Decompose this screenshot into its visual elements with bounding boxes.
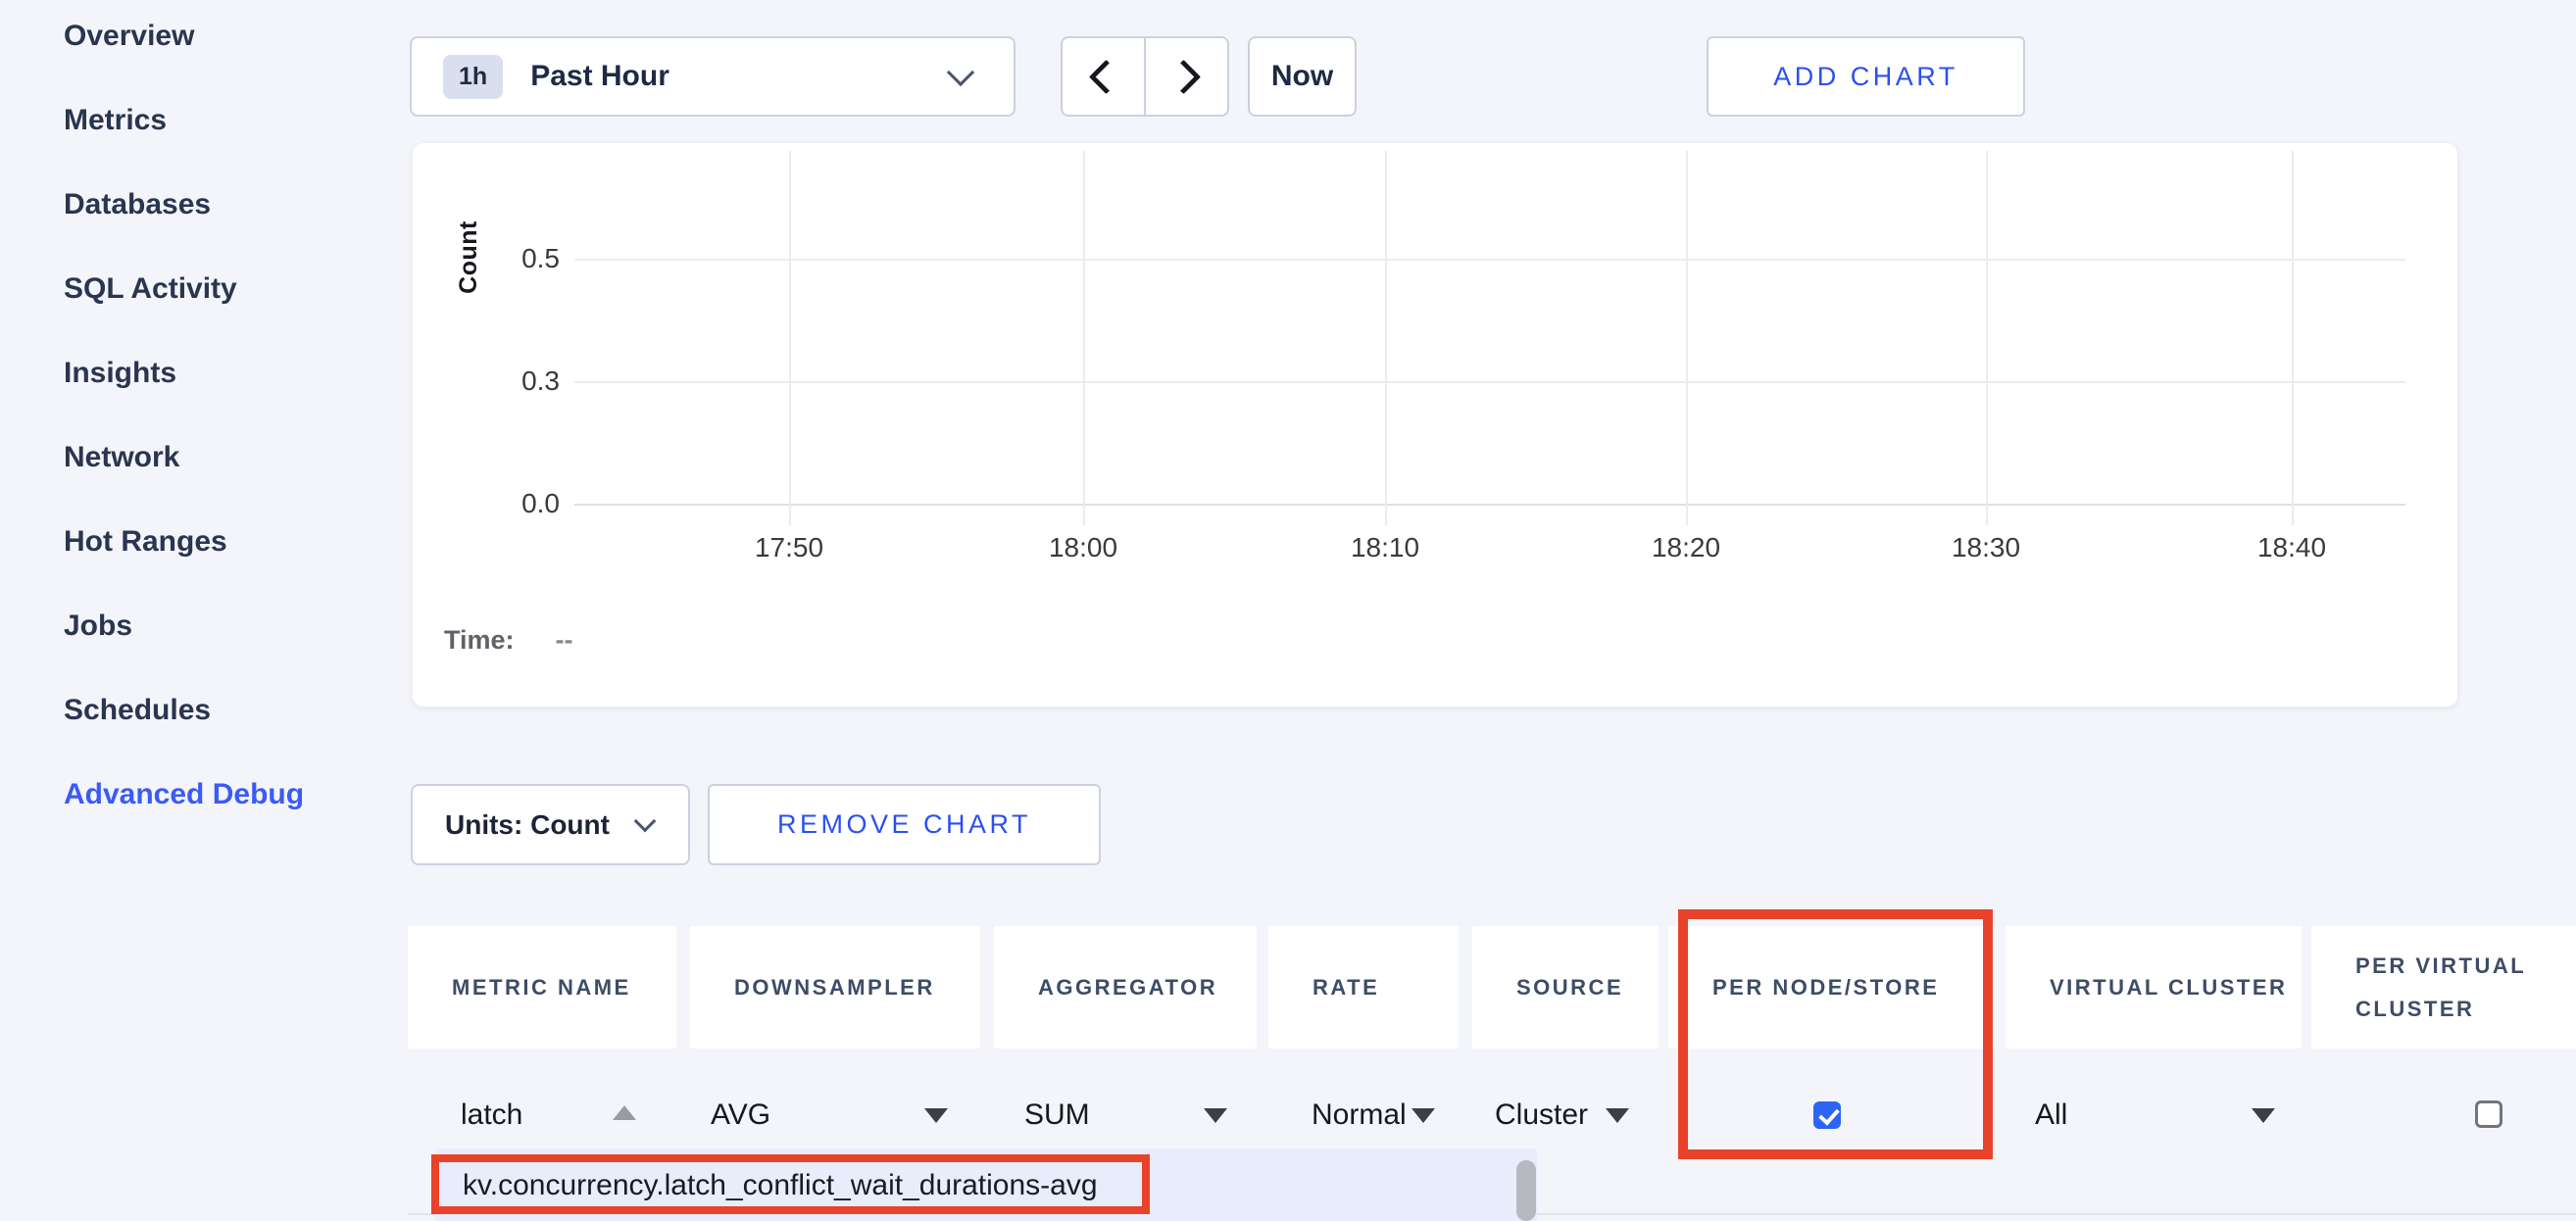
caret-down-icon[interactable] <box>1412 1108 1435 1123</box>
dropdown-scrollbar[interactable] <box>1516 1160 1536 1221</box>
caret-down-icon[interactable] <box>2252 1108 2275 1123</box>
y-tick-label: 0.5 <box>471 242 560 275</box>
col-header-downsampler: DOWNSAMPLER <box>690 926 980 1049</box>
chevron-down-icon <box>947 59 974 86</box>
time-readout-value: -- <box>556 625 573 655</box>
col-header-rate: RATE <box>1268 926 1459 1049</box>
caret-down-icon[interactable] <box>1204 1108 1227 1123</box>
per-virtual-cluster-checkbox[interactable] <box>2475 1100 2502 1128</box>
source-select[interactable]: Cluster <box>1495 1099 1588 1131</box>
time-range-badge: 1h <box>443 55 503 99</box>
time-readout: Time: -- <box>444 625 573 656</box>
now-button[interactable]: Now <box>1248 36 1357 117</box>
time-back-button[interactable] <box>1063 38 1146 115</box>
caret-down-icon[interactable] <box>1606 1108 1629 1123</box>
sidebar-item-network[interactable]: Network <box>64 433 179 482</box>
x-tick-label: 18:20 <box>1652 531 1720 564</box>
sidebar-item-metrics[interactable]: Metrics <box>64 96 167 145</box>
sidebar-item-overview[interactable]: Overview <box>64 12 194 61</box>
chevron-right-icon <box>1166 59 1201 93</box>
chevron-left-icon <box>1089 59 1123 93</box>
sidebar-item-advanced-debug[interactable]: Advanced Debug <box>64 770 304 819</box>
sidebar-item-hot-ranges[interactable]: Hot Ranges <box>64 517 227 566</box>
remove-chart-button[interactable]: REMOVE CHART <box>708 784 1101 865</box>
gridline-x-1830 <box>1986 151 1988 525</box>
sidebar-item-insights[interactable]: Insights <box>64 349 176 398</box>
col-header-virtual-cluster: VIRTUAL CLUSTER <box>2006 926 2302 1049</box>
now-button-label: Now <box>1271 60 1333 93</box>
x-tick-label: 18:30 <box>1952 531 2020 564</box>
gridline-x-1820 <box>1686 151 1688 525</box>
custom-chart-debug-page: Overview Metrics Databases SQL Activity … <box>0 0 2576 1221</box>
y-tick-label: 0.0 <box>471 487 560 520</box>
chart-panel: Count 0.5 0.3 0.0 17:50 18:00 18:10 18:2… <box>412 142 2458 708</box>
time-range-select[interactable]: 1h Past Hour <box>410 36 1016 117</box>
sidebar-item-jobs[interactable]: Jobs <box>64 602 132 651</box>
units-select-label: Units: Count <box>445 809 610 841</box>
add-chart-label: ADD CHART <box>1773 62 1958 92</box>
time-step-control <box>1061 36 1229 117</box>
gridline-x-1810 <box>1385 151 1387 525</box>
time-readout-label: Time: <box>444 625 515 655</box>
remove-chart-label: REMOVE CHART <box>777 809 1031 840</box>
x-tick-label: 18:40 <box>2257 531 2326 564</box>
time-range-label: Past Hour <box>530 60 669 93</box>
gridline-y-0.3 <box>574 381 2405 383</box>
metric-suggestion-item[interactable]: kv.concurrency.latch_conflict_wait_durat… <box>463 1169 1098 1202</box>
add-chart-button[interactable]: ADD CHART <box>1707 36 2025 117</box>
x-tick-label: 18:00 <box>1049 531 1117 564</box>
col-header-source: SOURCE <box>1472 926 1659 1049</box>
downsampler-select[interactable]: AVG <box>711 1099 770 1131</box>
time-forward-button[interactable] <box>1146 38 1227 115</box>
aggregator-select[interactable]: SUM <box>1024 1099 1090 1131</box>
units-select[interactable]: Units: Count <box>411 784 690 865</box>
caret-up-icon[interactable] <box>613 1105 636 1120</box>
x-tick-label: 17:50 <box>755 531 823 564</box>
y-tick-label: 0.3 <box>471 365 560 398</box>
virtual-cluster-select[interactable]: All <box>2035 1099 2067 1131</box>
rate-select[interactable]: Normal <box>1312 1099 1407 1131</box>
gridline-y-0.0 <box>574 504 2405 506</box>
caret-down-icon[interactable] <box>924 1108 948 1123</box>
per-node-store-checkbox[interactable] <box>1813 1101 1841 1129</box>
col-header-aggregator: AGGREGATOR <box>994 926 1257 1049</box>
col-header-metric-name: METRIC NAME <box>408 926 676 1049</box>
gridline-y-0.5 <box>574 259 2405 261</box>
gridline-x-1840 <box>2292 151 2294 525</box>
col-header-per-node-store: PER NODE/STORE <box>1668 926 1996 1049</box>
gridline-x-1750 <box>789 151 791 525</box>
x-tick-label: 18:10 <box>1351 531 1419 564</box>
col-header-per-virtual-cluster: PER VIRTUAL CLUSTER <box>2311 926 2576 1049</box>
gridline-x-1800 <box>1083 151 1085 525</box>
metric-name-input[interactable]: latch <box>461 1099 522 1131</box>
sidebar-item-databases[interactable]: Databases <box>64 180 211 229</box>
sidebar-item-sql-activity[interactable]: SQL Activity <box>64 265 237 314</box>
chevron-down-icon <box>634 809 657 832</box>
sidebar-item-schedules[interactable]: Schedules <box>64 686 211 735</box>
